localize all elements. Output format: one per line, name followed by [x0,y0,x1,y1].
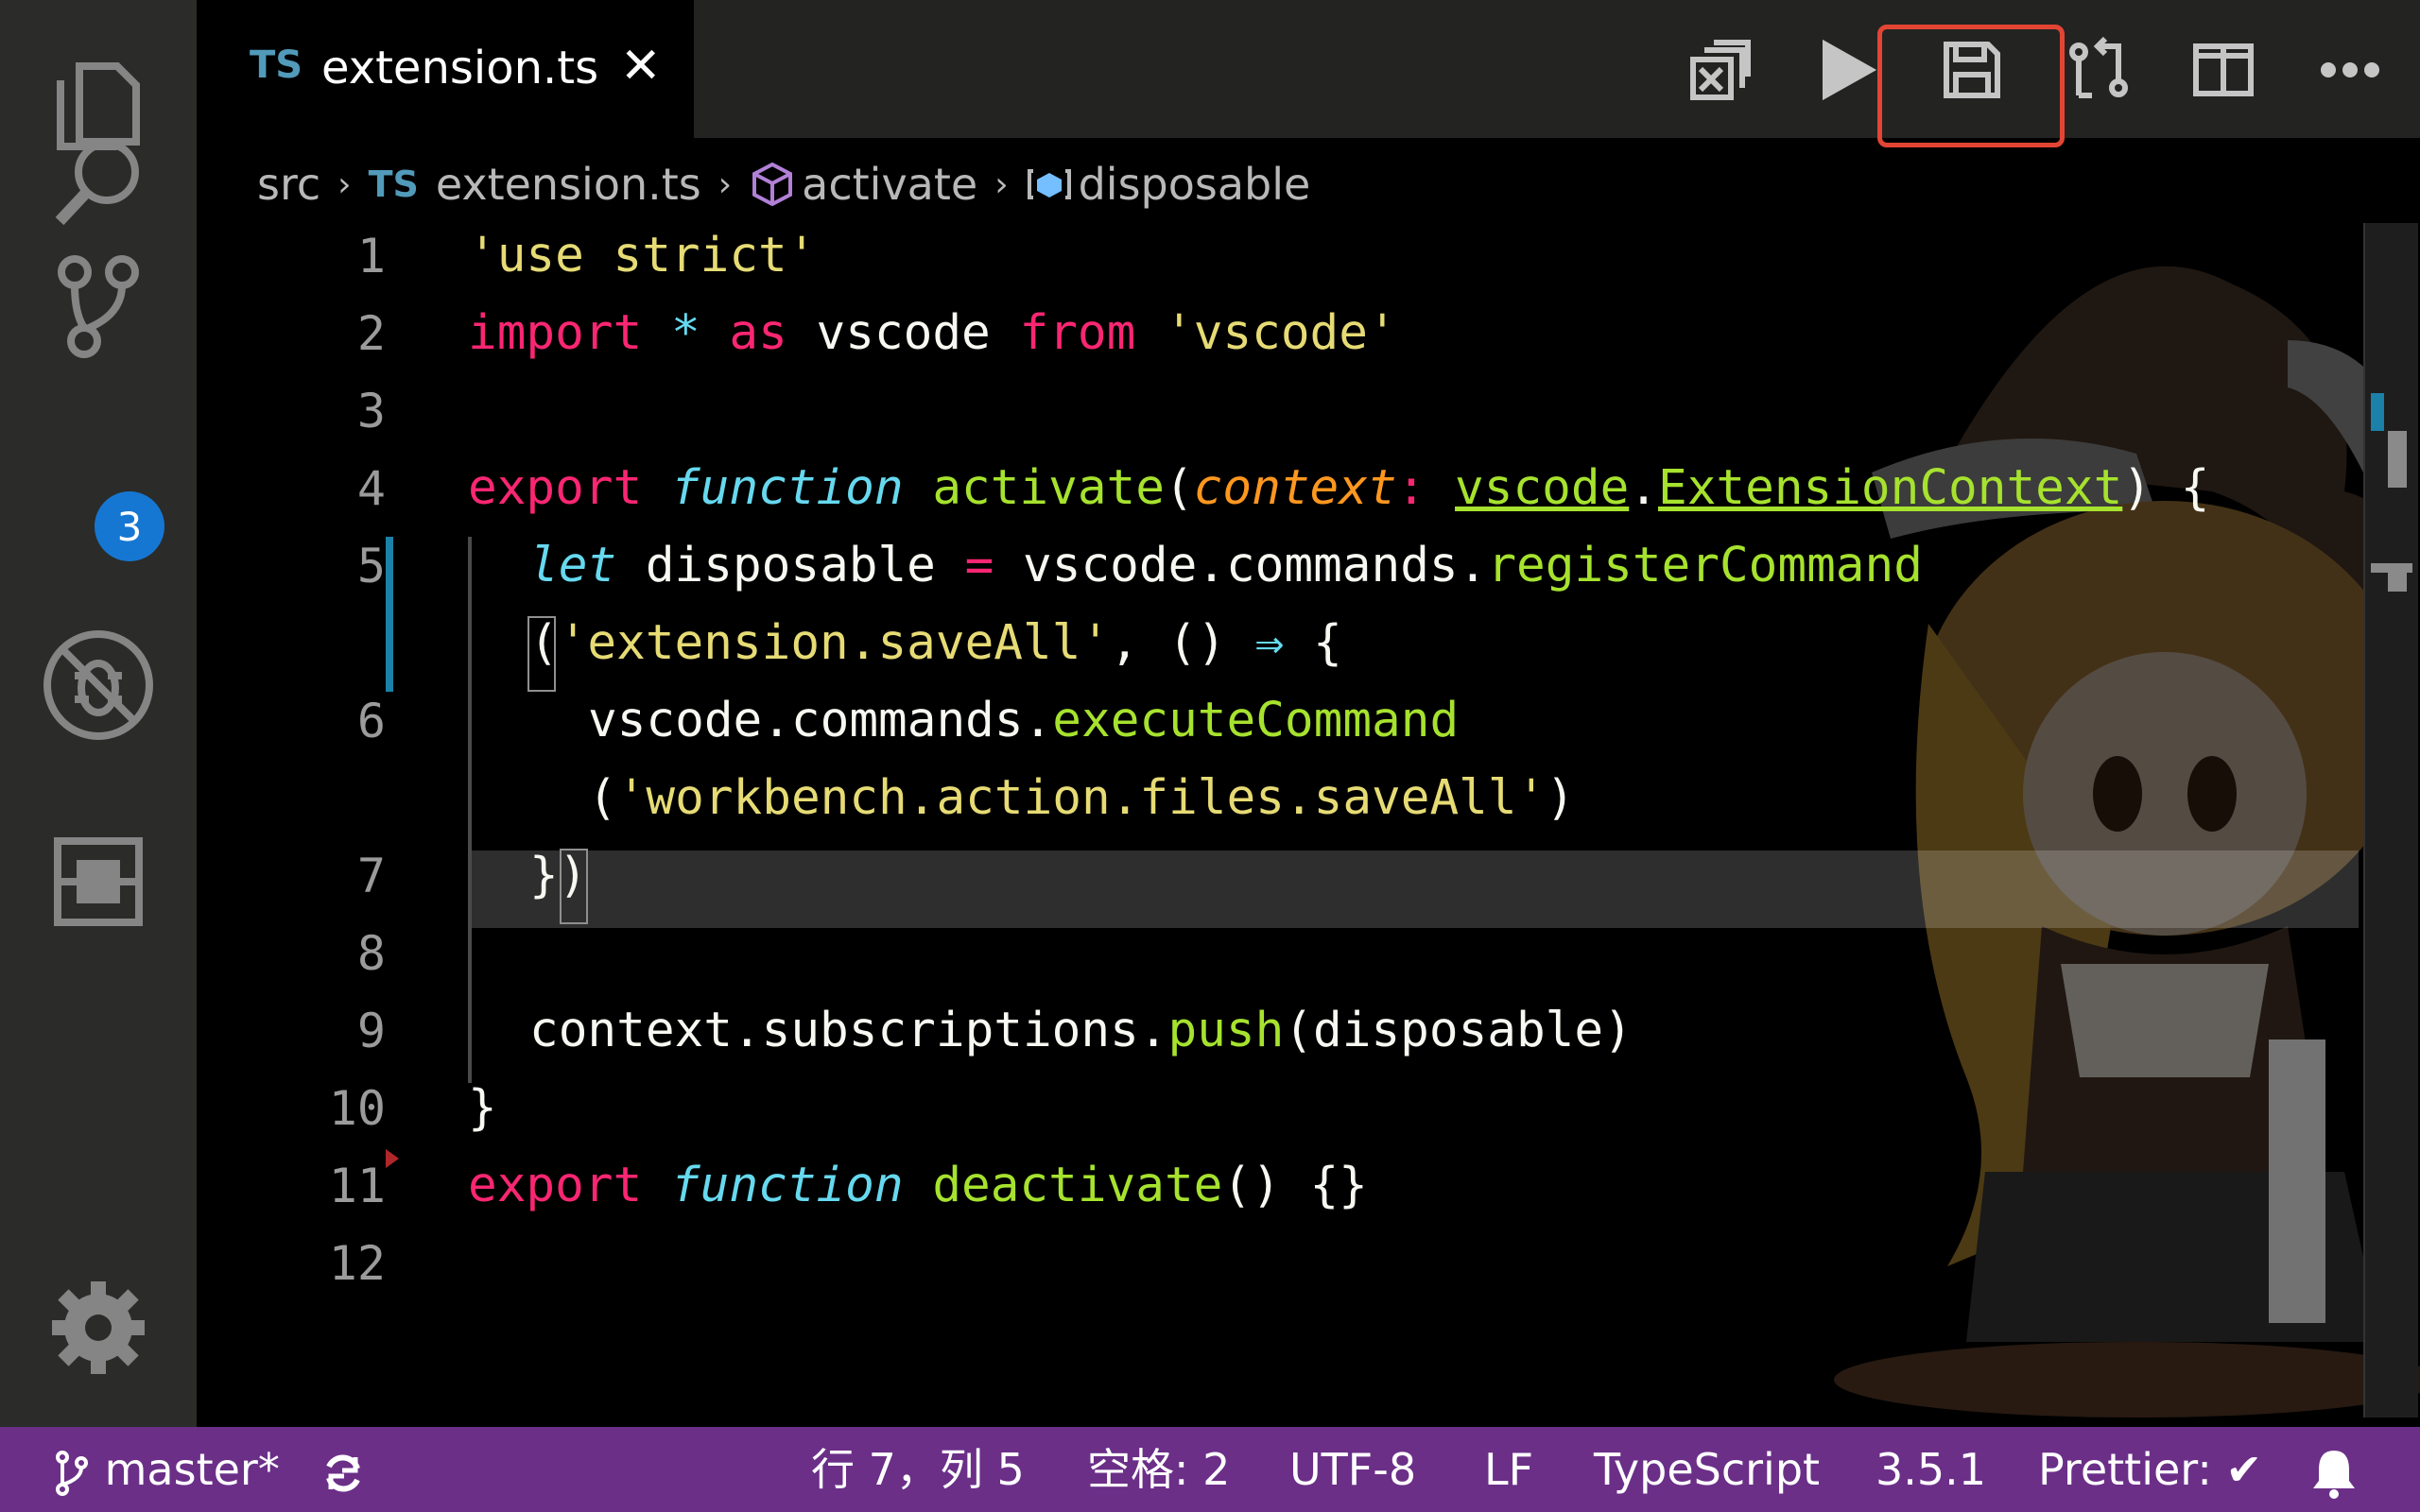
code-line-4: export function activate(context: vscode… [468,460,2210,516]
scrollbar[interactable] [2363,223,2418,1418]
bracket-match-close [560,849,588,924]
activity-bar: 3 [0,0,197,1427]
chevron-right-icon: › [994,164,1009,204]
save-all-highlight [1877,25,2065,147]
debug-icon[interactable] [0,614,197,756]
bell-icon[interactable] [2310,1427,2358,1512]
line-number: 10 [328,1081,386,1136]
line-number: 4 [356,461,386,516]
more-icon[interactable] [2303,23,2397,117]
indentation[interactable]: 空格: 2 [1087,1427,1230,1512]
scrollbar-marker [2388,563,2407,592]
prettier-status[interactable]: Prettier: ✔ [2038,1427,2262,1512]
breadcrumb-file[interactable]: extension.ts [436,159,701,210]
code-line-11: export function deactivate() {} [468,1158,1368,1213]
typescript-icon: TS [368,163,419,205]
line-number: 9 [356,1004,386,1058]
indent-guide [468,537,472,1083]
encoding[interactable]: UTF-8 [1289,1427,1416,1512]
code-line-6: vscode.commands.executeCommand [588,693,1460,748]
deleted-line-marker [386,1149,399,1168]
breadcrumb-folder[interactable]: src [257,159,320,210]
language-mode[interactable]: TypeScript [1594,1427,1820,1512]
typescript-icon: TS [250,43,303,87]
scrollbar-marker [2371,393,2384,431]
code-line-1: 'use strict' [468,228,817,284]
background-character-image [1834,266,2420,1418]
git-branch-icon [56,1450,88,1496]
gear-icon[interactable] [0,1257,197,1399]
line-number: 12 [328,1236,386,1291]
branch-name: master* [104,1444,280,1495]
line-number: 2 [356,306,386,361]
line-number: 1 [356,229,386,284]
chevron-right-icon: › [717,164,733,204]
method-cube-icon [752,162,793,207]
breadcrumb-function[interactable]: activate [802,159,977,210]
modified-line-marker [386,537,393,692]
sync-icon[interactable] [320,1427,367,1512]
cursor-position[interactable]: 行 7，列 5 [811,1427,1025,1512]
scrollbar-thumb[interactable] [2388,431,2407,488]
line-number: 7 [356,849,386,903]
bracket-match-open [527,616,556,692]
variable-icon [1027,169,1071,199]
tab-extension-ts[interactable]: TS extension.ts ✕ [197,0,694,138]
code-line-10: } [468,1080,497,1136]
scm-badge: 3 [95,491,164,561]
line-number: 6 [356,694,386,748]
compare-icon[interactable] [2051,23,2146,117]
copy-icon[interactable] [1673,23,1768,117]
line-number: 5 [356,539,386,593]
breadcrumb: src › TS extension.ts › activate › dispo… [257,151,1310,217]
tab-label: extension.ts [321,42,599,94]
extensions-icon[interactable] [0,811,197,953]
code-line-5: let disposable = vscode.commands.registe… [529,538,1923,593]
code-line-9: context.subscriptions.push(disposable) [529,1003,1633,1058]
line-number: 3 [356,384,386,438]
status-bar: master* 行 7，列 5 空格: 2 UTF-8 LF TypeScrip… [0,1427,2420,1512]
branch-status[interactable]: master* [53,1427,280,1512]
typescript-version[interactable]: 3.5.1 [1876,1427,1986,1512]
code-line-6-wrap: ('workbench.action.files.saveAll') [588,770,1575,826]
end-of-line[interactable]: LF [1484,1427,1533,1512]
current-line-highlight [468,850,2359,928]
breadcrumb-variable[interactable]: disposable [1079,159,1311,210]
chevron-right-icon: › [337,164,352,204]
close-icon[interactable]: ✕ [620,38,662,94]
source-control-icon[interactable] [0,234,197,376]
code-line-2: import * as vscode from 'vscode' [468,305,1397,361]
line-number: 11 [328,1159,386,1213]
split-editor-icon[interactable] [2176,23,2271,117]
search-icon[interactable] [0,112,197,253]
code-line-5-wrap: ('extension.saveAll', () ⇒ { [529,615,1342,671]
line-number: 8 [356,926,386,981]
